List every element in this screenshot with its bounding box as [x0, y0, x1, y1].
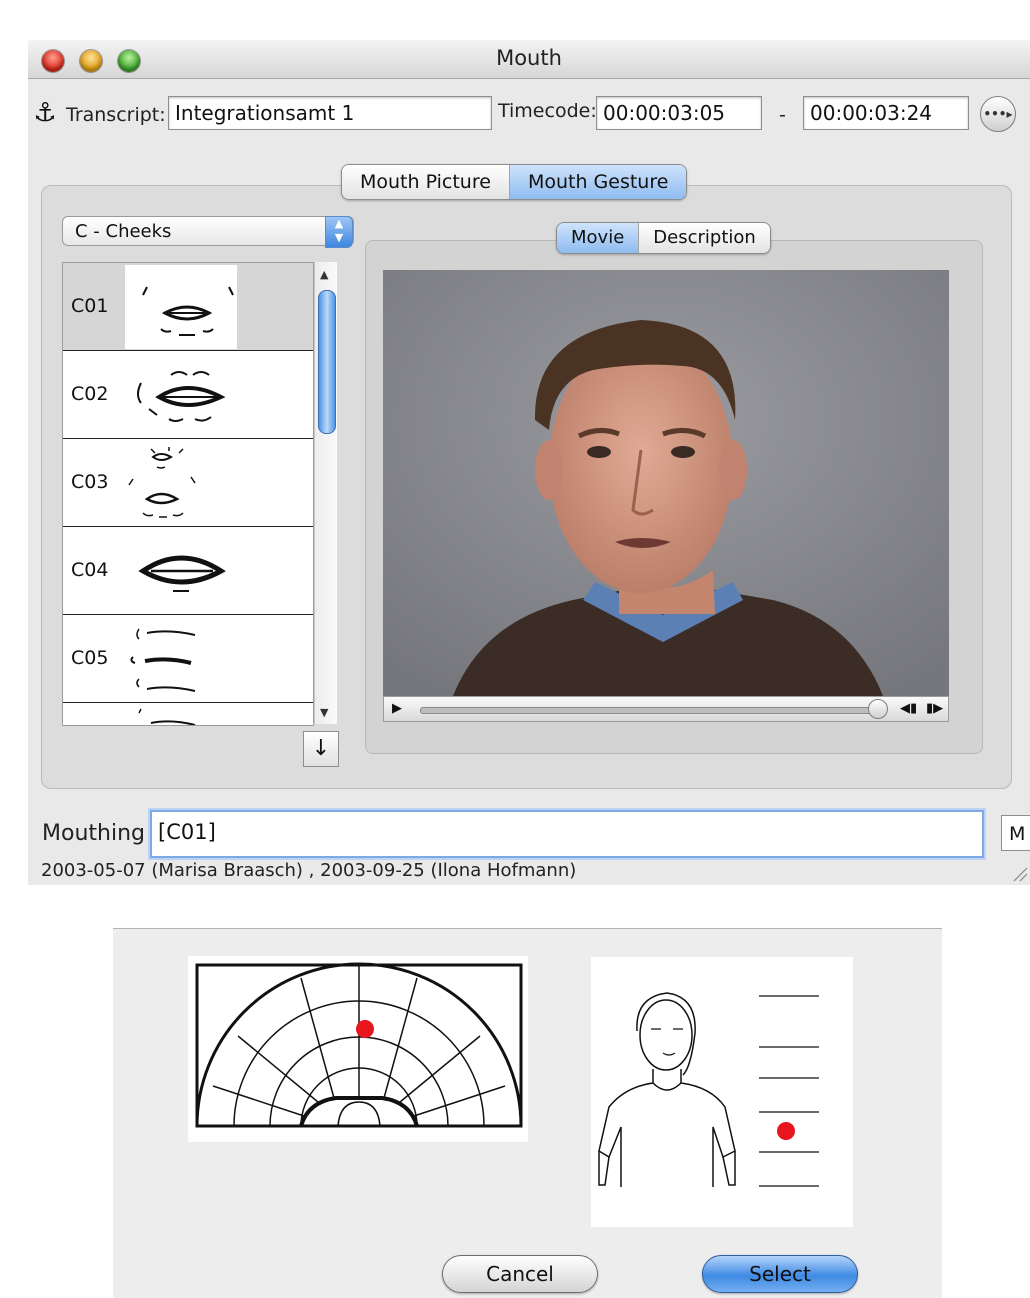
- tab-description[interactable]: Description: [638, 223, 770, 253]
- scroll-up-icon[interactable]: ▲: [320, 268, 328, 281]
- category-popup[interactable]: C - Cheeks ▲ ▼: [62, 216, 354, 248]
- list-item[interactable]: C04: [63, 527, 313, 616]
- gesture-list-scrollbar[interactable]: ▲ ▼: [314, 262, 337, 724]
- list-item[interactable]: C03: [63, 439, 313, 528]
- body-height-panel[interactable]: [591, 957, 853, 1227]
- credits-text: 2003-05-07 (Marisa Braasch) , 2003-09-25…: [41, 860, 577, 881]
- list-item[interactable]: C02: [63, 351, 313, 440]
- scroll-thumb[interactable]: [318, 290, 336, 434]
- timecode-separator: -: [779, 104, 786, 126]
- mouth-picture-c01: [125, 265, 237, 349]
- scroll-down-icon[interactable]: ▼: [320, 706, 328, 719]
- cancel-button[interactable]: Cancel: [442, 1255, 598, 1293]
- step-forward-icon[interactable]: ▮▶: [926, 701, 943, 716]
- transcript-label: Transcript:: [66, 104, 166, 126]
- signing-space-panel[interactable]: [188, 956, 528, 1142]
- list-item-partial[interactable]: [63, 703, 313, 725]
- list-item[interactable]: C05: [63, 615, 313, 704]
- down-arrow-icon[interactable]: ↓: [303, 731, 339, 767]
- gesture-list[interactable]: C01 C02 C03 C04 C05: [62, 262, 314, 726]
- mouth-picture-c04: [125, 529, 237, 613]
- mouthing-side-button[interactable]: M: [1001, 815, 1030, 851]
- main-tab-bar: Mouth Picture Mouth Gesture: [341, 164, 688, 200]
- mouth-window: Mouth ⚓ Transcript: Integrationsamt 1 Ti…: [28, 40, 1030, 885]
- gesture-code: C01: [71, 295, 109, 317]
- select-button[interactable]: Select: [702, 1255, 858, 1293]
- mouthing-field[interactable]: [C01]: [150, 810, 984, 858]
- mouth-picture-c05: [125, 617, 237, 701]
- gesture-code: C05: [71, 647, 109, 669]
- tab-mouth-picture[interactable]: Mouth Picture: [342, 165, 509, 199]
- play-icon[interactable]: ▶: [392, 701, 402, 716]
- transcript-field[interactable]: Integrationsamt 1: [168, 96, 492, 130]
- mouth-picture-c03: [125, 441, 237, 525]
- list-item[interactable]: C01: [63, 263, 313, 352]
- video-frame[interactable]: [383, 270, 949, 696]
- tab-mouth-gesture[interactable]: Mouth Gesture: [508, 165, 687, 199]
- gesture-code: C04: [71, 559, 109, 581]
- movie-controller: ▶ ◀▮ ▮▶: [383, 696, 949, 722]
- window-title: Mouth: [496, 46, 562, 70]
- tab-movie[interactable]: Movie: [557, 223, 639, 253]
- timecode-start-field[interactable]: 00:00:03:05: [596, 96, 762, 130]
- timecode-end-field[interactable]: 00:00:03:24: [803, 96, 969, 130]
- view-tab-bar: Movie Description: [556, 222, 771, 254]
- location-dialog: Cancel Select: [113, 928, 942, 1298]
- movie-scrubber[interactable]: [420, 707, 886, 714]
- more-options-icon[interactable]: •••▸: [980, 96, 1016, 132]
- height-marker: [777, 1122, 795, 1140]
- timecode-label: Timecode:: [498, 100, 597, 122]
- gesture-code: C03: [71, 471, 109, 493]
- gesture-code: C02: [71, 383, 109, 405]
- step-back-icon[interactable]: ◀▮: [900, 701, 917, 716]
- anchor-icon[interactable]: ⚓: [31, 98, 59, 128]
- resize-grip-icon[interactable]: [1010, 864, 1028, 882]
- scrubber-knob[interactable]: [868, 699, 888, 719]
- category-popup-value: C - Cheeks: [75, 221, 172, 242]
- title-bar[interactable]: Mouth: [28, 40, 1030, 79]
- popup-arrows-icon: ▲ ▼: [325, 216, 353, 248]
- mouth-picture-c02: [125, 353, 237, 437]
- mouthing-label: Mouthing: [42, 821, 145, 846]
- location-marker: [356, 1020, 374, 1038]
